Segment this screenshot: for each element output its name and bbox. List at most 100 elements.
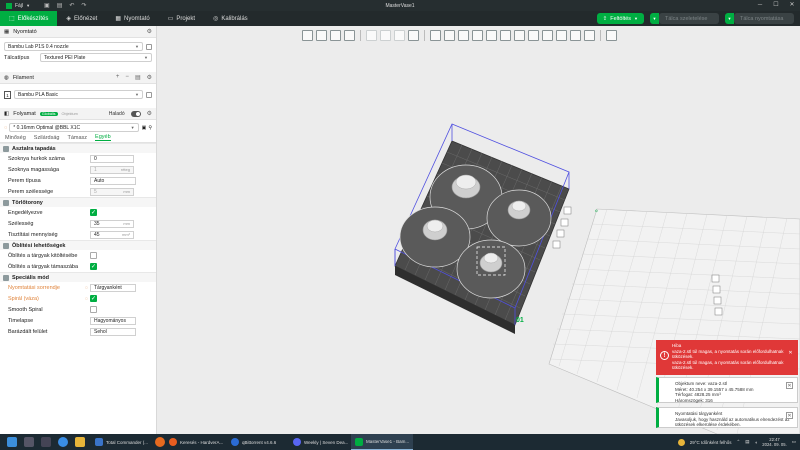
object-toggle[interactable]: Objektum bbox=[62, 112, 78, 116]
plate-arrange-icon[interactable] bbox=[560, 218, 569, 227]
subtab-support[interactable]: Támasz bbox=[67, 135, 87, 141]
add-icon[interactable]: + bbox=[116, 74, 120, 81]
brim-width-input[interactable]: 5 mm bbox=[90, 187, 134, 196]
plate-type-select[interactable]: Textured PEI Plate ▼ bbox=[40, 53, 152, 62]
taskbar-app-total-commander[interactable]: Total Commander (... bbox=[91, 434, 153, 450]
plate-2-arrange-icon[interactable] bbox=[712, 285, 721, 294]
prime-volume-input[interactable]: 45 mm³ bbox=[90, 230, 134, 239]
mesh-boolean-icon[interactable] bbox=[500, 30, 511, 41]
remove-icon[interactable]: − bbox=[125, 74, 129, 81]
brim-type-select[interactable]: Auto bbox=[90, 176, 136, 185]
smooth-spiral-checkbox[interactable] bbox=[90, 306, 97, 313]
build-plate-scene[interactable]: 01 ℴ bbox=[157, 44, 800, 435]
assembly-icon[interactable] bbox=[584, 30, 595, 41]
file-menu[interactable]: Fájl ▼ bbox=[0, 2, 36, 9]
settings-gear-icon[interactable]: ⚙ bbox=[147, 110, 152, 117]
search-icon[interactable] bbox=[24, 437, 34, 447]
edit-printer-icon[interactable] bbox=[146, 43, 152, 50]
measure-icon[interactable] bbox=[570, 30, 581, 41]
add-plate-icon[interactable] bbox=[316, 30, 327, 41]
filament-select[interactable]: Bambu PLA Basic ▼ bbox=[14, 90, 143, 99]
taskbar-app-bambu-studio[interactable]: MasterVase1 - Bam... bbox=[351, 434, 413, 450]
split-parts-icon[interactable] bbox=[380, 30, 391, 41]
slice-dropdown-button[interactable]: ▼ bbox=[650, 13, 659, 24]
tab-preview[interactable]: ◈ Előnézet bbox=[57, 11, 106, 26]
clock[interactable]: 22:47 2024. 09. 05. bbox=[762, 437, 786, 447]
save-profile-icon[interactable]: ▣ bbox=[142, 125, 147, 131]
start-icon[interactable] bbox=[7, 437, 17, 447]
taskbar-app-qbittorrent[interactable]: qBittorrent v4.6.6 bbox=[227, 434, 289, 450]
subtab-quality[interactable]: Minőség bbox=[5, 135, 26, 141]
volume-icon[interactable]: ◖ bbox=[755, 440, 758, 445]
scale-icon[interactable] bbox=[458, 30, 469, 41]
task-view-icon[interactable] bbox=[41, 437, 51, 447]
slice-plate-button[interactable]: Tálca szeletelése bbox=[659, 13, 719, 24]
settings-gear-icon[interactable]: ⚙ bbox=[147, 28, 152, 35]
view-icon[interactable] bbox=[606, 30, 617, 41]
browser-icon[interactable] bbox=[58, 437, 68, 447]
upload-button[interactable]: ⇪ Feltöltés ▼ bbox=[596, 13, 644, 24]
tray-chevron-icon[interactable]: ⌃ bbox=[737, 439, 741, 445]
firefox-icon[interactable] bbox=[155, 437, 165, 447]
taskbar-app-discord[interactable]: Weekly | Seven Dea... bbox=[289, 434, 351, 450]
3d-viewport[interactable]: 01 ℴ bbox=[157, 44, 800, 435]
subtab-others[interactable]: Egyéb bbox=[95, 134, 111, 141]
compare-profile-icon[interactable]: ⚲ bbox=[148, 125, 152, 131]
taskbar-app-hardverapro[interactable]: Keresés - HardverA... bbox=[165, 434, 227, 450]
rotate-icon[interactable] bbox=[444, 30, 455, 41]
notification-center-icon[interactable]: ▭ bbox=[792, 439, 796, 445]
print-dropdown-button[interactable]: ▼ bbox=[725, 13, 734, 24]
save-icon[interactable]: ▣ bbox=[44, 2, 50, 9]
support-paint-icon[interactable] bbox=[514, 30, 525, 41]
plate-lock-icon[interactable] bbox=[552, 240, 561, 249]
close-icon[interactable]: ✕ bbox=[786, 382, 793, 389]
arrange-icon[interactable] bbox=[344, 30, 355, 41]
settings-gear-icon[interactable]: ⚙ bbox=[147, 74, 152, 81]
printer-select[interactable]: Bambu Lab P1S 0.4 nozzle ▼ bbox=[4, 42, 143, 51]
object-vase-2[interactable] bbox=[486, 189, 552, 247]
plate-2-delete-icon[interactable] bbox=[711, 274, 720, 283]
timelapse-select[interactable]: Hagyományos bbox=[90, 316, 136, 325]
flush-support-checkbox[interactable]: ✓ bbox=[90, 263, 97, 270]
object-vase-selected[interactable] bbox=[456, 239, 526, 299]
seam-paint-icon[interactable] bbox=[528, 30, 539, 41]
spiral-vase-checkbox[interactable]: ✓ bbox=[90, 295, 97, 302]
advanced-switch[interactable] bbox=[130, 110, 141, 117]
print-sequence-select[interactable]: Tárgyanként bbox=[90, 283, 136, 292]
flush-infill-checkbox[interactable] bbox=[90, 252, 97, 259]
color-paint-icon[interactable] bbox=[542, 30, 553, 41]
close-icon[interactable]: ✕ bbox=[784, 0, 800, 11]
lay-on-face-icon[interactable] bbox=[472, 30, 483, 41]
cut-icon[interactable] bbox=[486, 30, 497, 41]
process-profile-select[interactable]: * 0.16mm Optimal @BBL X1C ▼ bbox=[9, 123, 139, 132]
redo-icon[interactable]: ↷ bbox=[81, 2, 86, 9]
tab-project[interactable]: ▭ Projekt bbox=[159, 11, 204, 26]
weather-text[interactable]: 29°C Időnként felhős bbox=[690, 440, 732, 445]
split-objects-icon[interactable] bbox=[366, 30, 377, 41]
plate-2-orient-icon[interactable] bbox=[713, 296, 722, 305]
plate-delete-icon[interactable] bbox=[563, 206, 572, 215]
file-explorer-icon[interactable] bbox=[75, 437, 85, 447]
plate-orient-icon[interactable] bbox=[556, 229, 565, 238]
skirt-loops-input[interactable]: 0 bbox=[90, 154, 134, 163]
add-part-icon[interactable] bbox=[302, 30, 313, 41]
maximize-icon[interactable]: ☐ bbox=[768, 0, 784, 11]
network-icon[interactable]: ▤ bbox=[745, 439, 749, 445]
open-folder-icon[interactable]: ▤ bbox=[57, 2, 63, 9]
tab-printer[interactable]: ▦ Nyomtató bbox=[106, 11, 158, 26]
text-emboss-icon[interactable] bbox=[556, 30, 567, 41]
edit-filament-icon[interactable] bbox=[146, 91, 152, 98]
tab-prepare[interactable]: ⬚ Előkészítés bbox=[0, 11, 58, 26]
minimize-icon[interactable]: ─ bbox=[752, 0, 768, 11]
edit-icon[interactable]: ▤ bbox=[135, 74, 141, 81]
fuzzy-skin-select[interactable]: Sehol bbox=[90, 327, 136, 336]
prime-tower-width-input[interactable]: 35 mm bbox=[90, 219, 134, 228]
global-toggle[interactable]: Globális bbox=[39, 111, 58, 116]
skirt-height-input[interactable]: 1 réteg bbox=[90, 165, 134, 174]
close-icon[interactable]: ✕ bbox=[787, 350, 794, 357]
print-plate-button[interactable]: Tálca nyomtatása bbox=[734, 13, 794, 24]
tab-calibration[interactable]: ◎ Kalibrálás bbox=[204, 11, 257, 26]
auto-orient-icon[interactable] bbox=[330, 30, 341, 41]
variable-layer-icon[interactable] bbox=[408, 30, 419, 41]
close-icon[interactable]: ✕ bbox=[786, 412, 793, 419]
